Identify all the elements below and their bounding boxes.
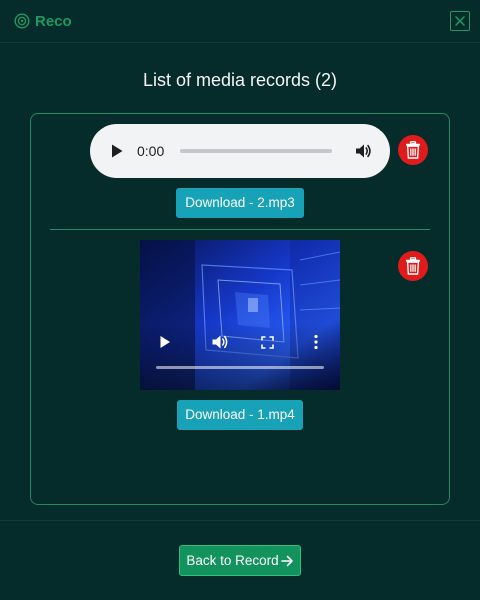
audio-current-time: 0:00 xyxy=(137,143,165,159)
brand: Reco xyxy=(14,11,72,31)
delete-video-button[interactable] xyxy=(398,251,428,281)
page-title: List of media records (2) xyxy=(142,70,338,90)
reco-logo-icon xyxy=(14,13,30,29)
download-video-button[interactable]: Download - 1.mp4 xyxy=(177,400,303,430)
play-icon[interactable] xyxy=(110,143,124,159)
arrow-right-icon xyxy=(280,555,293,566)
video-progress-bar[interactable] xyxy=(156,366,324,369)
trash-icon xyxy=(406,257,420,275)
app-name: Reco xyxy=(35,12,72,30)
header: Reco xyxy=(0,0,480,43)
back-to-record-button[interactable]: Back to Record xyxy=(179,545,301,576)
video-volume-icon[interactable] xyxy=(211,334,229,350)
more-options-icon[interactable] xyxy=(313,334,319,350)
audio-progress-bar[interactable] xyxy=(180,149,332,153)
audio-player[interactable]: 0:00 xyxy=(90,124,390,178)
fullscreen-icon[interactable] xyxy=(261,336,274,349)
video-player[interactable] xyxy=(140,240,340,390)
volume-icon[interactable] xyxy=(354,142,372,160)
media-records-app: Reco List of media records (2) 0:00 Down… xyxy=(0,0,480,600)
close-button[interactable] xyxy=(450,11,470,31)
footer-divider xyxy=(0,520,480,521)
delete-audio-button[interactable] xyxy=(398,135,428,165)
download-audio-button[interactable]: Download - 2.mp3 xyxy=(176,188,304,218)
trash-icon xyxy=(406,141,420,159)
close-icon xyxy=(455,16,465,26)
record-divider xyxy=(50,229,430,230)
back-to-record-label: Back to Record xyxy=(186,553,279,568)
video-play-icon[interactable] xyxy=(159,335,171,349)
